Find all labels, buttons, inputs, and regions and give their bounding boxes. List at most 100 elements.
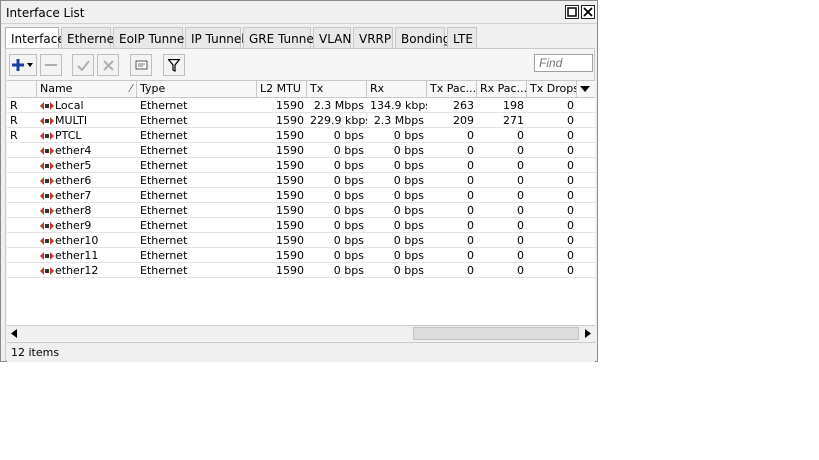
column-header-tx[interactable]: Tx (307, 81, 367, 97)
cell-tx: 0 bps (333, 264, 364, 277)
cell-rx: 0 bps (393, 189, 424, 202)
interface-name: ether9 (55, 219, 92, 232)
cell-rx-packets: 0 (517, 219, 524, 232)
filter-icon (168, 58, 180, 72)
cell-rx: 0 bps (393, 249, 424, 262)
column-header-rx[interactable]: Rx (367, 81, 427, 97)
disable-button[interactable] (97, 54, 119, 76)
find-input[interactable] (534, 54, 593, 72)
tab-gre-tunnel[interactable]: GRE Tunnel (243, 27, 317, 48)
cell-tx-packets: 0 (467, 144, 474, 157)
table-row[interactable]: R Local Ethernet 1590 2.3 Mbps 134.9 kbps 263 1… (7, 98, 595, 113)
interface-name: ether7 (55, 189, 92, 202)
add-button[interactable] (9, 54, 37, 76)
cell-name: ether7 (37, 188, 137, 203)
cell-type: Ethernet (140, 99, 188, 112)
title-bar[interactable]: Interface List (1, 1, 597, 24)
comment-button[interactable] (130, 54, 152, 76)
column-header-tx-packets[interactable]: Tx Pac... (427, 81, 477, 97)
column-header-l2-mtu[interactable]: L2 MTU (257, 81, 307, 97)
cell-tx-drops: 0 (567, 219, 574, 232)
table-row[interactable]: R PTCL Ethernet 1590 0 bps 0 bps 0 0 0 (7, 128, 595, 143)
remove-button[interactable] (40, 54, 62, 76)
cell-rx: 0 bps (393, 129, 424, 142)
horizontal-scrollbar[interactable] (7, 325, 595, 341)
cell-type: Ethernet (140, 159, 188, 172)
cell-rx: 0 bps (393, 144, 424, 157)
cell-tx-packets: 263 (453, 99, 474, 112)
cell-name: PTCL (37, 128, 137, 143)
cell-type: Ethernet (140, 144, 188, 157)
cell-rx: 0 bps (393, 159, 424, 172)
close-icon[interactable] (581, 5, 595, 19)
table-row[interactable]: ether9 Ethernet 1590 0 bps 0 bps 0 0 0 (7, 218, 595, 233)
cell-tx-drops: 0 (567, 114, 574, 127)
tab-ethernet[interactable]: Ethernet (61, 27, 119, 48)
restore-icon[interactable] (565, 5, 579, 19)
cell-rx-packets: 0 (517, 204, 524, 217)
cell-rx-packets: 0 (517, 159, 524, 172)
column-header-name[interactable]: Name ⁄ (37, 81, 137, 97)
tab-eoip-tunnel[interactable]: EoIP Tunnel (113, 27, 188, 48)
interface-name: ether5 (55, 159, 92, 172)
tab-lte[interactable]: LTE (447, 27, 477, 48)
cell-rx-packets: 0 (517, 144, 524, 157)
cell-l2-mtu: 1590 (276, 204, 304, 217)
filter-button[interactable] (163, 54, 185, 76)
ethernet-interface-icon (40, 132, 54, 140)
cell-tx-drops: 0 (567, 204, 574, 217)
ethernet-interface-icon (40, 192, 54, 200)
table-row[interactable]: ether4 Ethernet 1590 0 bps 0 bps 0 0 0 (7, 143, 595, 158)
table-row[interactable]: ether7 Ethernet 1590 0 bps 0 bps 0 0 0 (7, 188, 595, 203)
cell-flag (7, 218, 37, 233)
cell-name: ether9 (37, 218, 137, 233)
cell-tx-packets: 0 (467, 204, 474, 217)
table-row[interactable]: ether11 Ethernet 1590 0 bps 0 bps 0 0 0 (7, 248, 595, 263)
table-row[interactable]: ether5 Ethernet 1590 0 bps 0 bps 0 0 0 (7, 158, 595, 173)
tab-ip-tunnel[interactable]: IP Tunnel (185, 27, 245, 48)
interface-name: ether11 (55, 249, 99, 262)
tab-vlan[interactable]: VLAN (313, 27, 351, 48)
tab-bonding[interactable]: Bonding (395, 27, 450, 48)
cell-tx-drops: 0 (567, 189, 574, 202)
cell-l2-mtu: 1590 (276, 219, 304, 232)
interface-name: PTCL (55, 129, 82, 142)
cell-rx-packets: 0 (517, 264, 524, 277)
ethernet-interface-icon (40, 117, 54, 125)
table-row[interactable]: ether12 Ethernet 1590 0 bps 0 bps 0 0 0 (7, 263, 595, 278)
column-header-type[interactable]: Type (137, 81, 257, 97)
enable-button[interactable] (72, 54, 94, 76)
table-row[interactable]: ether8 Ethernet 1590 0 bps 0 bps 0 0 0 (7, 203, 595, 218)
cell-l2-mtu: 1590 (276, 159, 304, 172)
tab-interface[interactable]: Interface (5, 27, 65, 49)
interface-name: ether6 (55, 174, 92, 187)
table-row[interactable]: R MULTI Ethernet 1590 229.9 kbps 2.3 Mbps 209 2… (7, 113, 595, 128)
cell-rx: 0 bps (393, 219, 424, 232)
interface-table: Name ⁄ Type L2 MTU Tx Rx Tx Pac... Rx Pa… (7, 80, 595, 326)
interface-name: ether4 (55, 144, 92, 157)
chevron-down-icon (580, 86, 590, 92)
cell-type: Ethernet (140, 189, 188, 202)
cell-type: Ethernet (140, 204, 188, 217)
cell-rx-packets: 271 (503, 114, 524, 127)
cell-rx-packets: 0 (517, 174, 524, 187)
cell-rx-packets: 0 (517, 189, 524, 202)
cell-tx: 0 bps (333, 204, 364, 217)
column-header-rx-packets[interactable]: Rx Pac... (477, 81, 527, 97)
cell-flag: R (10, 99, 18, 112)
column-header-flags[interactable] (7, 81, 37, 97)
cell-tx-packets: 209 (453, 114, 474, 127)
table-row[interactable]: ether6 Ethernet 1590 0 bps 0 bps 0 0 0 (7, 173, 595, 188)
cell-tx: 0 bps (333, 159, 364, 172)
cell-tx-drops: 0 (567, 249, 574, 262)
column-chooser-button[interactable] (577, 81, 595, 97)
cell-name: MULTI (37, 113, 137, 128)
cell-tx: 229.9 kbps (310, 114, 367, 127)
interface-name: MULTI (55, 114, 88, 127)
scrollbar-thumb[interactable] (413, 327, 579, 340)
column-header-tx-drops[interactable]: Tx Drops (527, 81, 577, 97)
table-row[interactable]: ether10 Ethernet 1590 0 bps 0 bps 0 0 0 (7, 233, 595, 248)
cell-flag (7, 233, 37, 248)
tab-vrrp[interactable]: VRRP (353, 27, 393, 48)
cell-l2-mtu: 1590 (276, 189, 304, 202)
